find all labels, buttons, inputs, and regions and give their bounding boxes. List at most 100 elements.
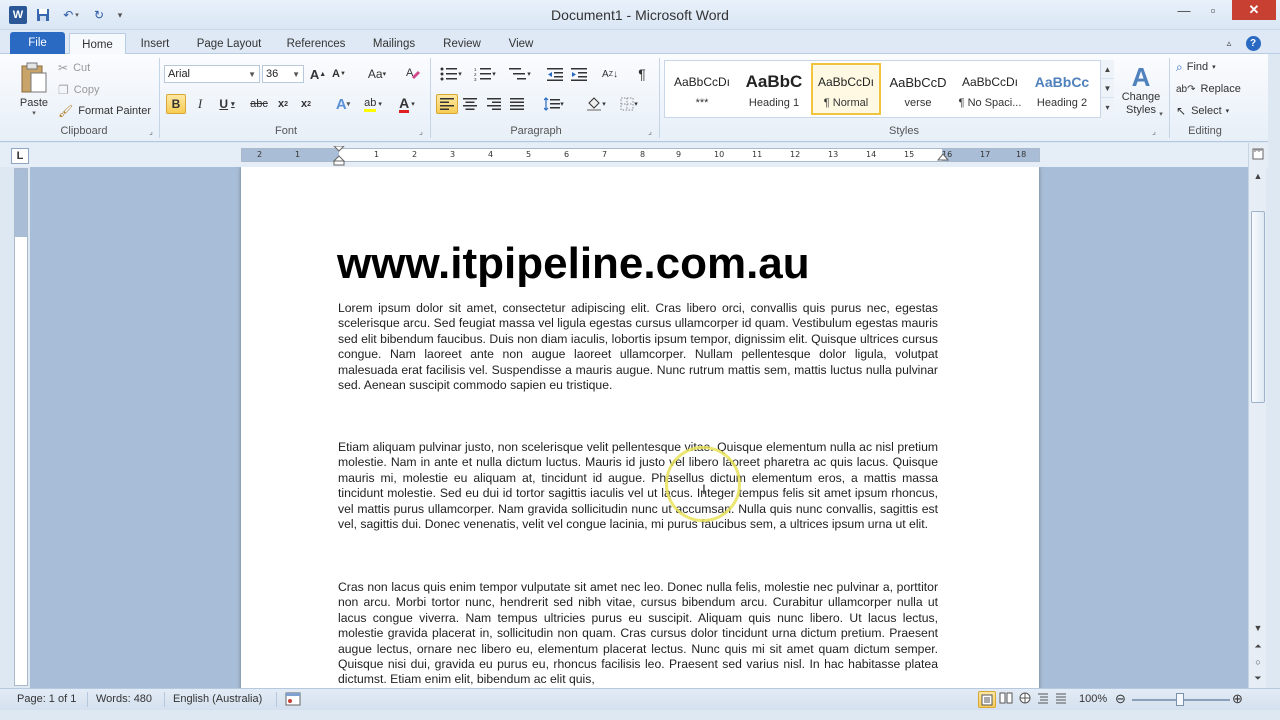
show-formatting-icon[interactable]: ¶: [632, 65, 652, 83]
style-item-heading-2[interactable]: AaBbCc Heading 2: [1027, 63, 1097, 115]
web-layout-icon[interactable]: [1018, 692, 1032, 707]
decrease-indent-icon[interactable]: [545, 65, 565, 83]
page-count[interactable]: Page: 1 of 1: [17, 693, 76, 705]
minimize-ribbon-icon[interactable]: ▵: [1222, 33, 1236, 54]
multilevel-list-icon[interactable]: ▾: [505, 65, 535, 83]
align-center-icon[interactable]: [460, 94, 480, 114]
document-heading[interactable]: www.itpipeline.com.au: [337, 239, 810, 289]
paragraph[interactable]: Lorem ipsum dolor sit amet, consectetur …: [338, 301, 938, 393]
tab-references[interactable]: References: [281, 33, 351, 54]
scroll-down-arrow-icon[interactable]: ▼: [1251, 621, 1265, 635]
tab-home[interactable]: Home: [69, 33, 126, 55]
font-name-combo[interactable]: Arial ▼: [164, 65, 260, 83]
align-right-icon[interactable]: [484, 94, 504, 114]
increase-indent-icon[interactable]: [569, 65, 589, 83]
text-effects-button[interactable]: A ▾: [330, 94, 356, 114]
find-button[interactable]: ⌕ Find ▾: [1176, 59, 1216, 75]
underline-button[interactable]: U ▾: [214, 94, 240, 114]
select-browse-object-icon[interactable]: ○: [1251, 655, 1265, 669]
tab-selector[interactable]: L: [11, 148, 29, 164]
print-layout-icon[interactable]: [978, 691, 996, 708]
more-styles-icon[interactable]: ▾: [1101, 98, 1114, 117]
zoom-in-icon[interactable]: ⊕: [1232, 691, 1243, 707]
style-item-triple-star[interactable]: AaBbCcDı ***: [667, 63, 737, 115]
superscript-button[interactable]: x2: [297, 94, 315, 114]
ruler-number: 12: [790, 150, 801, 159]
change-case-button[interactable]: Aa ▾: [363, 65, 391, 83]
styles-dialog-launcher[interactable]: ⌟: [1150, 126, 1158, 136]
vertical-ruler[interactable]: [14, 168, 28, 686]
macro-recording-icon[interactable]: [285, 692, 301, 709]
zoom-slider-thumb[interactable]: [1176, 693, 1184, 706]
close-button[interactable]: ✕: [1232, 0, 1276, 20]
zoom-level[interactable]: 100%: [1079, 693, 1107, 705]
clear-formatting-icon[interactable]: A: [403, 63, 423, 83]
copy-button[interactable]: ❐ Copy: [58, 82, 99, 98]
right-indent-marker-icon[interactable]: [937, 153, 949, 165]
shading-icon[interactable]: ▾: [582, 94, 610, 114]
paste-button[interactable]: Paste ▾: [14, 58, 54, 120]
highlight-color-button[interactable]: ab ▾: [360, 94, 386, 114]
grow-font-button[interactable]: A ▲: [309, 65, 327, 83]
borders-icon[interactable]: ▾: [615, 94, 643, 114]
cut-label: Cut: [73, 62, 91, 74]
horizontal-ruler[interactable]: 2 1 1 2 3 4 5 6 7 8 9 10 11 12 13 14 15 …: [241, 146, 1040, 166]
style-item-no-spacing[interactable]: AaBbCcDı ¶ No Spaci...: [955, 63, 1025, 115]
paragraph-dialog-launcher[interactable]: ⌟: [646, 126, 654, 136]
scroll-down-icon[interactable]: ▼: [1101, 79, 1114, 98]
numbering-icon[interactable]: 1 2 3 ▾: [470, 65, 500, 83]
font-size-combo[interactable]: 36 ▼: [262, 65, 304, 83]
align-left-icon[interactable]: [436, 94, 458, 114]
outline-view-icon[interactable]: [1037, 692, 1049, 707]
cut-button[interactable]: ✂ Cut: [58, 60, 90, 76]
scroll-up-arrow-icon[interactable]: ▲: [1251, 169, 1265, 183]
tab-page-layout[interactable]: Page Layout: [190, 33, 268, 54]
paragraph[interactable]: Cras non lacus quis enim tempor vulputat…: [338, 580, 938, 688]
italic-button[interactable]: I: [191, 94, 209, 114]
full-screen-reading-icon[interactable]: [999, 692, 1013, 707]
tab-mailings[interactable]: Mailings: [366, 33, 422, 54]
zoom-out-icon[interactable]: ⊖: [1115, 691, 1126, 707]
draft-view-icon[interactable]: [1055, 692, 1067, 707]
tab-insert[interactable]: Insert: [134, 33, 176, 54]
word-count[interactable]: Words: 480: [96, 693, 152, 705]
paragraph[interactable]: Etiam aliquam pulvinar justo, non sceler…: [338, 440, 938, 532]
style-item-heading-1[interactable]: AaBbC Heading 1: [739, 63, 809, 115]
style-item-verse[interactable]: AaBbCcD verse: [883, 63, 953, 115]
tab-review[interactable]: Review: [438, 33, 486, 54]
next-page-icon[interactable]: ⏷: [1251, 671, 1265, 685]
vertical-scrollbar[interactable]: ▲ ▼ ⏶ ○ ⏷: [1248, 143, 1266, 688]
format-painter-button[interactable]: 🖌 Format Painter: [58, 103, 151, 119]
font-color-button[interactable]: A ▾: [394, 94, 420, 114]
line-spacing-icon[interactable]: ▾: [540, 94, 568, 114]
find-label: Find: [1186, 61, 1209, 73]
ruler-number: 1: [295, 150, 301, 159]
sort-icon[interactable]: A Z ↓: [600, 65, 620, 83]
help-icon[interactable]: ?: [1244, 33, 1262, 54]
subscript-button[interactable]: x2: [274, 94, 292, 114]
strikethrough-button[interactable]: abc: [249, 94, 269, 114]
previous-page-icon[interactable]: ⏶: [1251, 639, 1265, 653]
justify-icon[interactable]: [507, 94, 527, 114]
scroll-thumb[interactable]: [1251, 211, 1265, 403]
shrink-font-button[interactable]: A ▼: [330, 65, 348, 83]
indent-marker-icon[interactable]: [333, 146, 345, 166]
tab-view[interactable]: View: [502, 33, 540, 54]
replace-button[interactable]: ab↷ Replace: [1176, 81, 1241, 97]
font-dialog-launcher[interactable]: ⌟: [417, 126, 425, 136]
view-ruler-icon[interactable]: [1251, 147, 1265, 161]
ruler-number: 14: [866, 150, 877, 159]
bullets-icon[interactable]: ▾: [437, 65, 465, 83]
language-indicator[interactable]: English (Australia): [173, 693, 262, 705]
scroll-up-icon[interactable]: ▲: [1101, 60, 1114, 79]
select-button[interactable]: ↖ Select ▾: [1176, 103, 1229, 119]
maximize-button[interactable]: ▫: [1199, 0, 1227, 20]
clipboard-dialog-launcher[interactable]: ⌟: [147, 126, 155, 136]
document-page[interactable]: www.itpipeline.com.au Lorem ipsum dolor …: [241, 167, 1039, 688]
style-name: Heading 1: [748, 97, 800, 109]
styles-gallery-scroll[interactable]: ▲ ▼ ▾: [1100, 60, 1114, 118]
minimize-button[interactable]: —: [1170, 0, 1198, 20]
bold-button[interactable]: B: [166, 94, 186, 114]
style-item-normal[interactable]: AaBbCcDı ¶ Normal: [811, 63, 881, 115]
tab-file[interactable]: File: [10, 32, 65, 54]
